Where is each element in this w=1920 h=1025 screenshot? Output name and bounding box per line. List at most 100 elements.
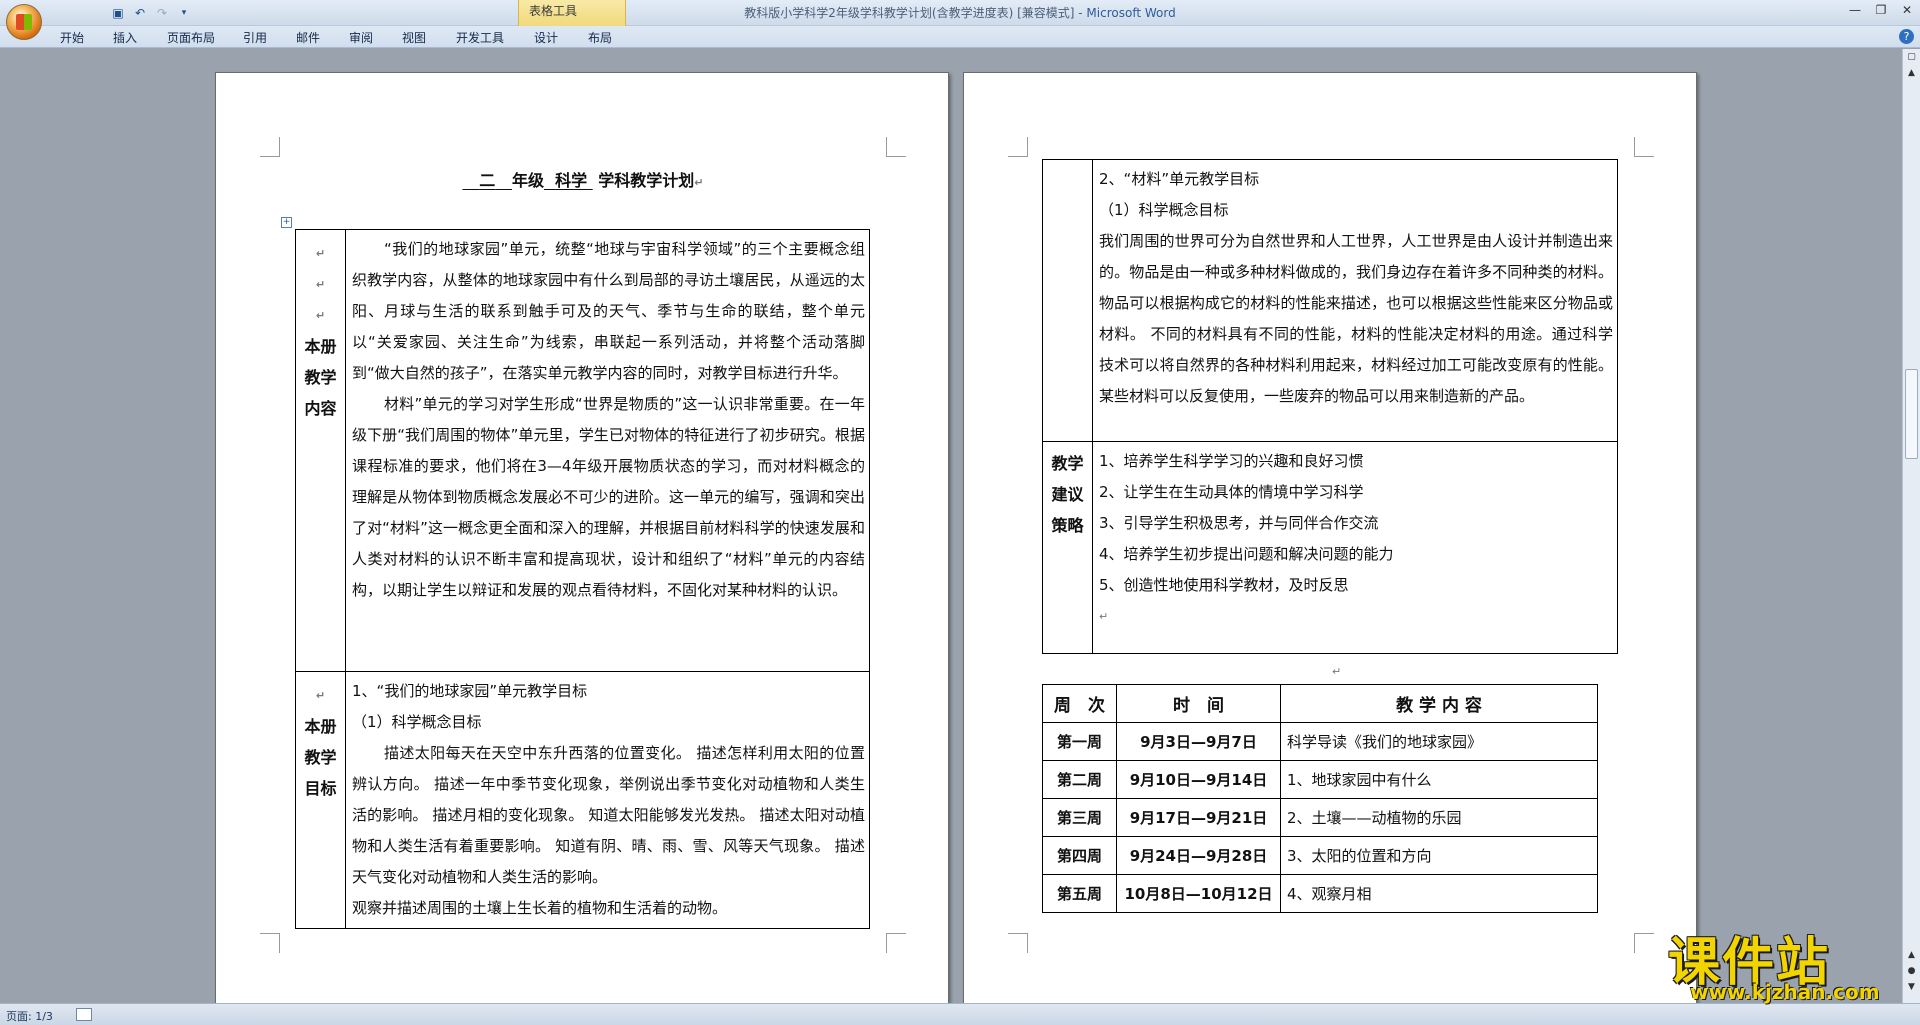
strategy-header: 教学建议策略 bbox=[1051, 454, 1084, 535]
tab-layout[interactable]: 布局 bbox=[588, 29, 612, 46]
table-move-handle-icon[interactable]: + bbox=[281, 217, 292, 228]
crop-mark bbox=[260, 137, 280, 157]
crop-mark bbox=[1634, 933, 1654, 953]
schedule-week[interactable]: 第四周 bbox=[1042, 836, 1117, 875]
continued-header-cell[interactable] bbox=[1042, 159, 1093, 442]
page-2: 2、“材料”单元教学目标 （1）科学概念目标 我们周围的世界可分为自然世界和人工… bbox=[963, 72, 1697, 1025]
ruler-toggle-icon[interactable]: ▢ bbox=[1905, 51, 1918, 64]
table-row: ↵ ↵ ↵ 本册教学内容 “我们的地球家园”单元，统整“地球与宇宙科学领域”的三个主… bbox=[295, 229, 870, 672]
strategy-body-cell[interactable]: 1、培养学生科学学习的兴趣和良好习惯 2、让学生在生动具体的情境中学习科学 3、… bbox=[1092, 441, 1618, 654]
crop-mark bbox=[1008, 137, 1028, 157]
tab-page-layout[interactable]: 页面布局 bbox=[167, 29, 215, 46]
list-item: 3、引导学生积极思考，并与同伴合作交流 bbox=[1099, 514, 1379, 532]
previous-page-icon[interactable]: ▲ bbox=[1905, 949, 1918, 962]
goals-header-cell[interactable]: ↵ 本册教学目标 bbox=[295, 671, 346, 929]
plan-table-continued: 2、“材料”单元教学目标 （1）科学概念目标 我们周围的世界可分为自然世界和人工… bbox=[1042, 159, 1618, 654]
tab-design[interactable]: 设计 bbox=[534, 29, 558, 46]
list-item: 1、培养学生科学学习的兴趣和良好习惯 bbox=[1099, 452, 1364, 470]
schedule-time[interactable]: 9月10日—9月14日 bbox=[1116, 760, 1281, 799]
table-row: 第三周 9月17日—9月21日 2、土壤——动植物的乐园 bbox=[1042, 798, 1598, 837]
schedule-time[interactable]: 9月3日—9月7日 bbox=[1116, 722, 1281, 761]
schedule-week[interactable]: 第三周 bbox=[1042, 798, 1117, 837]
next-page-icon[interactable]: ▼ bbox=[1905, 981, 1918, 994]
close-icon[interactable]: ✕ bbox=[1894, 0, 1920, 20]
schedule-week[interactable]: 第二周 bbox=[1042, 760, 1117, 799]
content-paragraph-2: 材料”单元的学习对学生形成“世界是物质的”这一认识非常重要。在一年级下册“我们周… bbox=[352, 395, 865, 599]
scroll-up-icon[interactable]: ▲ bbox=[1905, 67, 1918, 80]
window-controls: — ❐ ✕ bbox=[1842, 0, 1920, 22]
tab-mailings[interactable]: 邮件 bbox=[296, 29, 320, 46]
table-row: 教学建议策略 1、培养学生科学学习的兴趣和良好习惯 2、让学生在生动具体的情境中… bbox=[1042, 441, 1618, 654]
list-item: 4、培养学生初步提出问题和解决问题的能力 bbox=[1099, 545, 1394, 563]
list-item: 5、创造性地使用科学教材，及时反思 bbox=[1099, 576, 1349, 594]
strategy-header-cell[interactable]: 教学建议策略 bbox=[1042, 441, 1093, 654]
document-title: 二 年级 科学 学科教学计划↵ bbox=[479, 171, 704, 190]
schedule-content[interactable]: 3、太阳的位置和方向 bbox=[1280, 836, 1598, 875]
browse-object-icon[interactable]: ● bbox=[1905, 965, 1918, 978]
tab-developer[interactable]: 开发工具 bbox=[456, 29, 504, 46]
material-line-2: （1）科学概念目标 bbox=[1099, 201, 1229, 219]
schedule-time[interactable]: 10月8日—10月12日 bbox=[1116, 874, 1281, 913]
tab-review[interactable]: 审阅 bbox=[349, 29, 373, 46]
goals-line-2: （1）科学概念目标 bbox=[352, 713, 482, 731]
help-icon[interactable]: ? bbox=[1899, 29, 1914, 44]
crop-mark bbox=[886, 933, 906, 953]
restore-icon[interactable]: ❐ bbox=[1868, 0, 1894, 20]
schedule-week[interactable]: 第五周 bbox=[1042, 874, 1117, 913]
schedule-header-time[interactable]: 时 间 bbox=[1116, 684, 1281, 723]
content-header: 本册教学内容 bbox=[304, 337, 337, 418]
page-counter[interactable]: 页面: 1/3 bbox=[6, 1008, 53, 1024]
crop-mark bbox=[260, 933, 280, 953]
ribbon-tab-bar: 开始 插入 页面布局 引用 邮件 审阅 视图 开发工具 设计 布局 ? bbox=[0, 26, 1920, 48]
goals-line-1: 1、“我们的地球家园”单元教学目标 bbox=[352, 682, 588, 700]
schedule-time[interactable]: 9月17日—9月21日 bbox=[1116, 798, 1281, 837]
paragraph-mark: ↵ bbox=[1332, 665, 1342, 678]
material-paragraph: 我们周围的世界可分为自然世界和人工世界，人工世界是由人设计并制造出来的。物品是由… bbox=[1099, 232, 1613, 405]
goals-header: 本册教学目标 bbox=[304, 717, 337, 798]
title-bar: ▣ ↶ ↷ ▾ 表格工具 教科版小学科学2年级学科教学计划(含教学进度表) [兼… bbox=[0, 0, 1920, 40]
content-header-cell[interactable]: ↵ ↵ ↵ 本册教学内容 bbox=[295, 229, 346, 672]
table-row: ↵ 本册教学目标 1、“我们的地球家园”单元教学目标 （1）科学概念目标 描述太… bbox=[295, 671, 870, 929]
crop-mark bbox=[1008, 933, 1028, 953]
schedule-content[interactable]: 4、观察月相 bbox=[1280, 874, 1598, 913]
page-1: 二 年级 科学 学科教学计划↵ + ↵ ↵ ↵ 本册教学内容 “我们的地球家园”单元… bbox=[215, 72, 949, 1025]
schedule-content[interactable]: 1、地球家园中有什么 bbox=[1280, 760, 1598, 799]
schedule-time[interactable]: 9月24日—9月28日 bbox=[1116, 836, 1281, 875]
window-title: 教科版小学科学2年级学科教学计划(含教学进度表) [兼容模式] - Micros… bbox=[744, 6, 1176, 20]
material-line-1: 2、“材料”单元教学目标 bbox=[1099, 170, 1260, 188]
table-row: 周 次 时 间 教 学 内 容 bbox=[1042, 684, 1598, 723]
watermark-url: www.kjzhan.com bbox=[1690, 980, 1880, 1004]
proofing-icon[interactable] bbox=[76, 1008, 92, 1021]
table-row: 第五周 10月8日—10月12日 4、观察月相 bbox=[1042, 874, 1598, 913]
goals-paragraph: 描述太阳每天在天空中东升西落的位置变化。 描述怎样利用太阳的位置辨认方向。 描述… bbox=[352, 744, 865, 886]
schedule-content[interactable]: 2、土壤——动植物的乐园 bbox=[1280, 798, 1598, 837]
tab-home[interactable]: 开始 bbox=[60, 29, 84, 46]
schedule-table: 周 次 时 间 教 学 内 容 第一周 9月3日—9月7日 科学导读《我们的地球… bbox=[1042, 684, 1598, 913]
goals-paragraph-end: 观察并描述周围的土壤上生长着的植物和生活着的动物。 bbox=[352, 899, 728, 917]
content-body-cell[interactable]: “我们的地球家园”单元，统整“地球与宇宙科学领域”的三个主要概念组织教学内容，从… bbox=[345, 229, 870, 672]
table-row: 第四周 9月24日—9月28日 3、太阳的位置和方向 bbox=[1042, 836, 1598, 875]
minimize-icon[interactable]: — bbox=[1842, 0, 1868, 20]
schedule-header-week[interactable]: 周 次 bbox=[1042, 684, 1117, 723]
content-paragraph-1: “我们的地球家园”单元，统整“地球与宇宙科学领域”的三个主要概念组织教学内容，从… bbox=[352, 240, 865, 382]
material-body-cell[interactable]: 2、“材料”单元教学目标 （1）科学概念目标 我们周围的世界可分为自然世界和人工… bbox=[1092, 159, 1618, 442]
office-logo-icon bbox=[16, 14, 32, 30]
vertical-scrollbar[interactable]: ▢ ▲ ▲ ● ▼ bbox=[1902, 49, 1920, 1003]
plan-table: ↵ ↵ ↵ 本册教学内容 “我们的地球家园”单元，统整“地球与宇宙科学领域”的三个主… bbox=[295, 229, 870, 929]
crop-mark bbox=[1634, 137, 1654, 157]
schedule-header-content[interactable]: 教 学 内 容 bbox=[1280, 684, 1598, 723]
crop-mark bbox=[886, 137, 906, 157]
tab-view[interactable]: 视图 bbox=[402, 29, 426, 46]
tab-insert[interactable]: 插入 bbox=[113, 29, 137, 46]
schedule-content[interactable]: 科学导读《我们的地球家园》 bbox=[1280, 722, 1598, 761]
office-button[interactable] bbox=[6, 4, 42, 40]
tab-references[interactable]: 引用 bbox=[243, 29, 267, 46]
goals-body-cell[interactable]: 1、“我们的地球家园”单元教学目标 （1）科学概念目标 描述太阳每天在天空中东升… bbox=[345, 671, 870, 929]
table-row: 第一周 9月3日—9月7日 科学导读《我们的地球家园》 bbox=[1042, 722, 1598, 761]
scrollbar-thumb[interactable] bbox=[1905, 369, 1918, 459]
table-row: 2、“材料”单元教学目标 （1）科学概念目标 我们周围的世界可分为自然世界和人工… bbox=[1042, 159, 1618, 442]
table-row: 第二周 9月10日—9月14日 1、地球家园中有什么 bbox=[1042, 760, 1598, 799]
schedule-week[interactable]: 第一周 bbox=[1042, 722, 1117, 761]
status-bar: 页面: 1/3 bbox=[0, 1003, 1920, 1025]
list-item: 2、让学生在生动具体的情境中学习科学 bbox=[1099, 483, 1364, 501]
